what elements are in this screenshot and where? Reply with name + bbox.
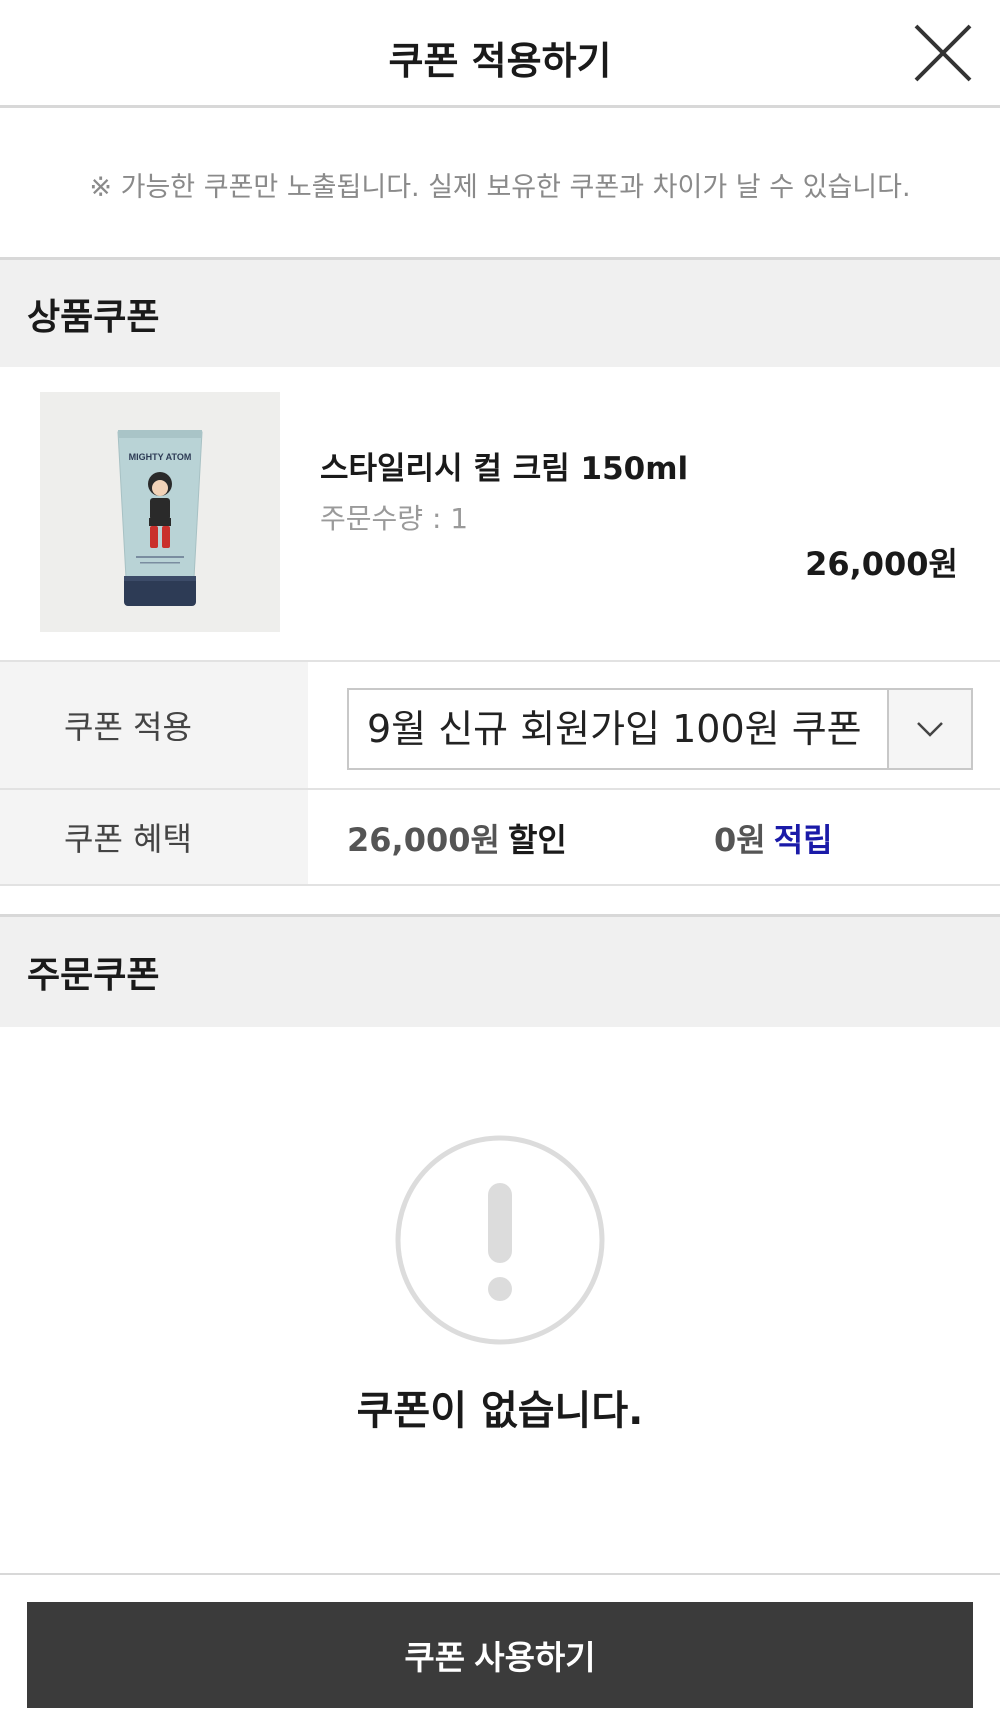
points-label: 적립 [773, 821, 833, 859]
coupon-select-value: 9월 신규 회원가입 100원 쿠폰 [367, 707, 862, 751]
discount-amount: 26,000원 [347, 821, 500, 859]
close-button[interactable] [910, 20, 976, 86]
close-icon [914, 24, 972, 82]
coupon-apply-page: 쿠폰 적용하기 ※ 가능한 쿠폰만 노출됩니다. 실제 보유한 쿠폰과 차이가 … [0, 0, 1000, 1731]
page-title: 쿠폰 적용하기 [388, 39, 612, 83]
coupon-apply-label: 쿠폰 적용 [0, 662, 308, 788]
coupon-select-arrow[interactable] [887, 690, 971, 768]
section-title-product-coupon: 상품쿠폰 [0, 257, 1000, 367]
header: 쿠폰 적용하기 [0, 0, 1000, 108]
coupon-apply-row: 쿠폰 적용 9월 신규 회원가입 100원 쿠폰 [0, 662, 1000, 790]
empty-state-text: 쿠폰이 없습니다. [356, 1388, 644, 1434]
product-price: 26,000원 [805, 545, 958, 583]
points-amount: 0원 [714, 821, 766, 859]
section-title-order-coupon: 주문쿠폰 [0, 914, 1000, 1027]
use-coupon-button[interactable]: 쿠폰 사용하기 [27, 1602, 973, 1708]
benefit-discount: 26,000원 할인 [347, 790, 567, 886]
discount-label: 할인 [507, 821, 567, 859]
chevron-down-icon [917, 722, 943, 737]
coupon-benefit-label: 쿠폰 혜택 [0, 790, 308, 884]
product-image: MIGHTY ATOM [40, 392, 280, 632]
benefit-points: 0원 적립 [714, 790, 833, 886]
product-item: MIGHTY ATOM 스타일리시 컬 크림 150ml 주문수량 : 1 26… [0, 367, 1000, 662]
empty-state-icon [393, 1133, 607, 1347]
notice-text: ※ 가능한 쿠폰만 노출됩니다. 실제 보유한 쿠폰과 차이가 날 수 있습니다… [89, 171, 911, 203]
coupon-benefit-row: 쿠폰 혜택 26,000원 할인 0원 적립 [0, 790, 1000, 886]
product-name: 스타일리시 컬 크림 150ml [320, 451, 689, 487]
exclamation-circle-icon [395, 1135, 605, 1345]
product-quantity: 주문수량 : 1 [320, 502, 469, 535]
section-divider [0, 886, 1000, 914]
coupon-select[interactable]: 9월 신규 회원가입 100원 쿠폰 [347, 688, 973, 770]
footer-divider [0, 1573, 1000, 1575]
product-image-brand: MIGHTY ATOM [129, 452, 192, 462]
